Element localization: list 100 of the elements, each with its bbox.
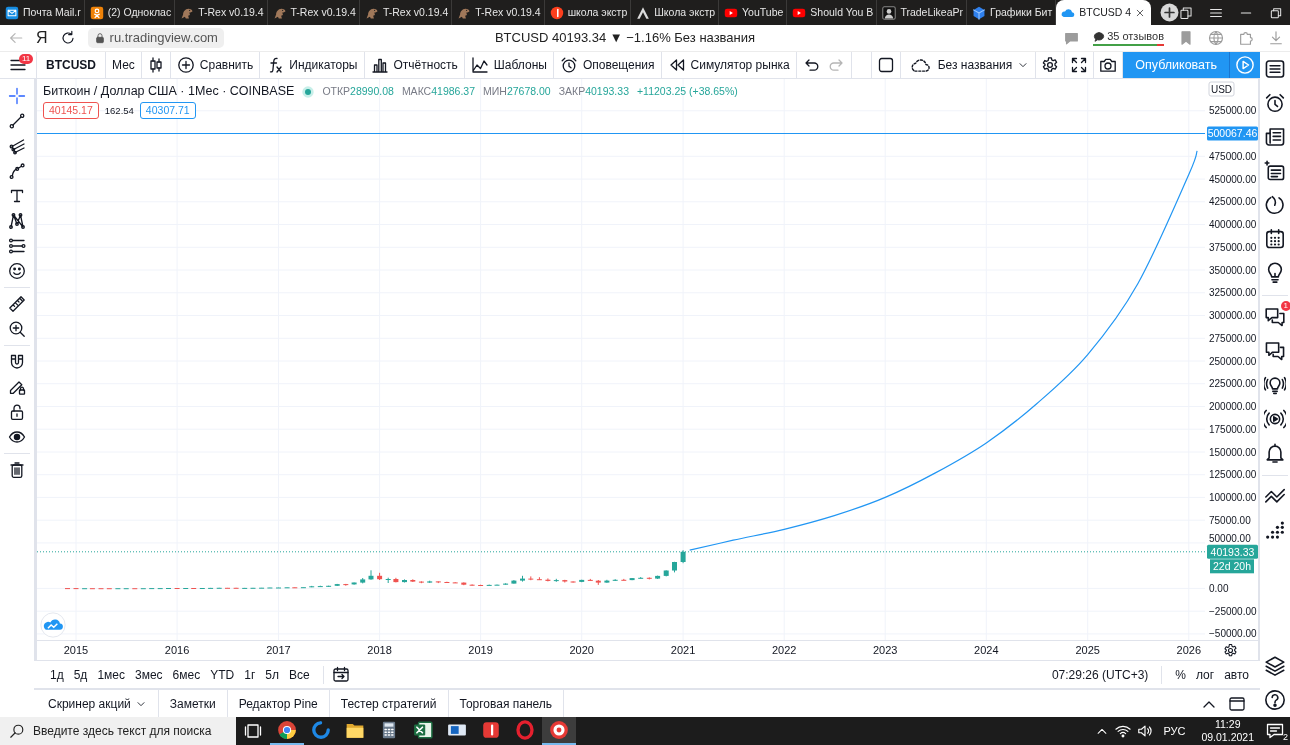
candle — [292, 586, 298, 589]
settings-icon[interactable] — [1041, 56, 1060, 74]
help-icon[interactable] — [1264, 689, 1286, 711]
currency-tag[interactable]: USD — [1208, 81, 1235, 97]
alerts-button[interactable]: Оповещения — [553, 52, 662, 78]
newspaper-icon[interactable] — [1264, 126, 1286, 148]
scale-button[interactable]: % — [1170, 662, 1191, 687]
candle — [317, 585, 323, 588]
candle — [402, 578, 407, 583]
logo-icon[interactable] — [40, 612, 66, 638]
address-field[interactable]: ru.tradingview.com — [87, 28, 224, 48]
curve-icon[interactable] — [8, 161, 26, 180]
price-axis-label: 525000.00 — [1209, 105, 1257, 117]
collections-icon[interactable] — [1179, 5, 1194, 20]
language-indicator[interactable]: РУС — [1159, 722, 1190, 740]
candle — [680, 549, 686, 564]
avatar-icon — [882, 5, 897, 20]
candle — [562, 579, 568, 583]
smiley-icon[interactable] — [8, 261, 26, 280]
trend-line-icon[interactable] — [8, 111, 26, 130]
dial-icon[interactable] — [1264, 194, 1286, 216]
range-button[interactable]: 5л — [260, 662, 284, 687]
globe-icon[interactable] — [1208, 30, 1224, 46]
browser-tab[interactable]: BTCUSD 4 — [1056, 0, 1152, 25]
range-button[interactable]: YTD — [205, 662, 240, 687]
bell-icon[interactable] — [1264, 442, 1286, 464]
range-button[interactable]: 3мес — [130, 662, 168, 687]
scale-button[interactable]: лог — [1191, 662, 1220, 687]
maximize-icon[interactable] — [1228, 694, 1246, 713]
home-button[interactable]: Я — [32, 30, 52, 46]
financials-button[interactable]: Отчётность — [364, 52, 465, 78]
sell-price-button[interactable]: 40145.17 — [43, 102, 99, 119]
ruler-icon[interactable] — [8, 294, 26, 313]
square-icon[interactable] — [876, 56, 895, 74]
taskbar-button[interactable] — [542, 717, 576, 745]
candle — [469, 583, 475, 587]
price-axis-label: 475000.00 — [1209, 150, 1257, 162]
range-button[interactable]: 6мес — [167, 662, 206, 687]
chat-bubbles-icon[interactable] — [1264, 306, 1286, 328]
range-button[interactable]: 5д — [68, 662, 93, 687]
pitchfork-icon[interactable] — [8, 136, 26, 155]
refresh-icon[interactable] — [59, 30, 76, 46]
range-button[interactable]: 1г — [239, 662, 261, 687]
volume-icon[interactable] — [1137, 723, 1154, 739]
range-button[interactable]: 1мес — [92, 662, 130, 687]
crosshair-icon[interactable] — [8, 86, 26, 105]
comment-icon[interactable] — [1064, 30, 1080, 46]
price-axis-label: 275000.00 — [1209, 332, 1257, 344]
indicators-button[interactable]: Индикаторы — [260, 52, 365, 78]
candle — [435, 580, 441, 584]
alarm-clock-icon[interactable] — [1264, 92, 1286, 114]
candle — [106, 587, 112, 590]
zigzag-pattern-icon[interactable] — [8, 211, 26, 230]
layers-icon[interactable] — [1264, 655, 1286, 677]
fullscreen-icon[interactable] — [1070, 56, 1089, 74]
close-icon[interactable] — [1135, 7, 1146, 18]
restore-icon[interactable] — [1269, 5, 1284, 20]
timezone-button[interactable]: 07:29:26 (UTC+3) — [1046, 662, 1154, 687]
wifi-icon[interactable] — [1115, 723, 1132, 739]
ohlc-value: 28990.08 — [350, 85, 394, 98]
reviews-link[interactable]: 35 отзывов — [1093, 29, 1164, 44]
layout-button[interactable]: Без названия — [900, 52, 1037, 78]
magnet-icon[interactable] — [8, 352, 26, 371]
chat-bubbles-icon[interactable] — [1264, 340, 1286, 362]
bookmark-icon[interactable] — [1178, 30, 1194, 46]
scale-button[interactable]: авто — [1219, 662, 1254, 687]
lock-icon[interactable] — [8, 402, 26, 421]
lightbulb-waves-icon[interactable] — [1264, 374, 1286, 396]
candle — [545, 577, 551, 582]
price-axis-label: 75000.00 — [1209, 514, 1251, 526]
price-axis-label: 300000.00 — [1209, 310, 1257, 321]
dots-icon[interactable] — [1264, 520, 1286, 542]
candle — [604, 579, 610, 584]
candle — [528, 575, 534, 581]
search-box[interactable]: Введите здесь текст для поиска — [0, 717, 236, 745]
compare-button[interactable]: Сравнить — [170, 52, 261, 78]
trash-icon[interactable] — [8, 460, 26, 479]
sparkle-list-icon[interactable] — [1264, 160, 1286, 182]
broadcast-icon[interactable] — [1264, 408, 1286, 430]
candle — [343, 583, 349, 587]
time-axis-label: 2024 — [974, 644, 999, 656]
replay-button[interactable]: Симулятор рынка — [661, 52, 797, 78]
search-field[interactable]: Введите здесь текст для поиска — [33, 721, 233, 741]
candle — [444, 581, 450, 584]
new-tab-icon[interactable] — [1160, 3, 1180, 22]
list-icon[interactable] — [1264, 58, 1286, 80]
candle — [351, 582, 357, 586]
puzzle-icon[interactable] — [1238, 30, 1254, 46]
settings-icon[interactable] — [1225, 644, 1236, 656]
horizontal-lines-icon[interactable] — [8, 236, 26, 255]
notification-icon[interactable] — [1266, 722, 1284, 740]
symbol-button[interactable]: BTCUSD — [37, 52, 106, 78]
camera-icon[interactable] — [1099, 56, 1118, 74]
interval-button[interactable]: Мес — [106, 52, 142, 78]
calendar-icon[interactable] — [1264, 228, 1286, 250]
zoom-in-icon[interactable] — [8, 319, 26, 338]
templates-button[interactable]: Шаблоны — [464, 52, 554, 78]
range-button[interactable]: 1д — [45, 662, 69, 687]
range-button[interactable]: Все — [283, 662, 315, 687]
task-view-icon[interactable] — [244, 722, 262, 740]
